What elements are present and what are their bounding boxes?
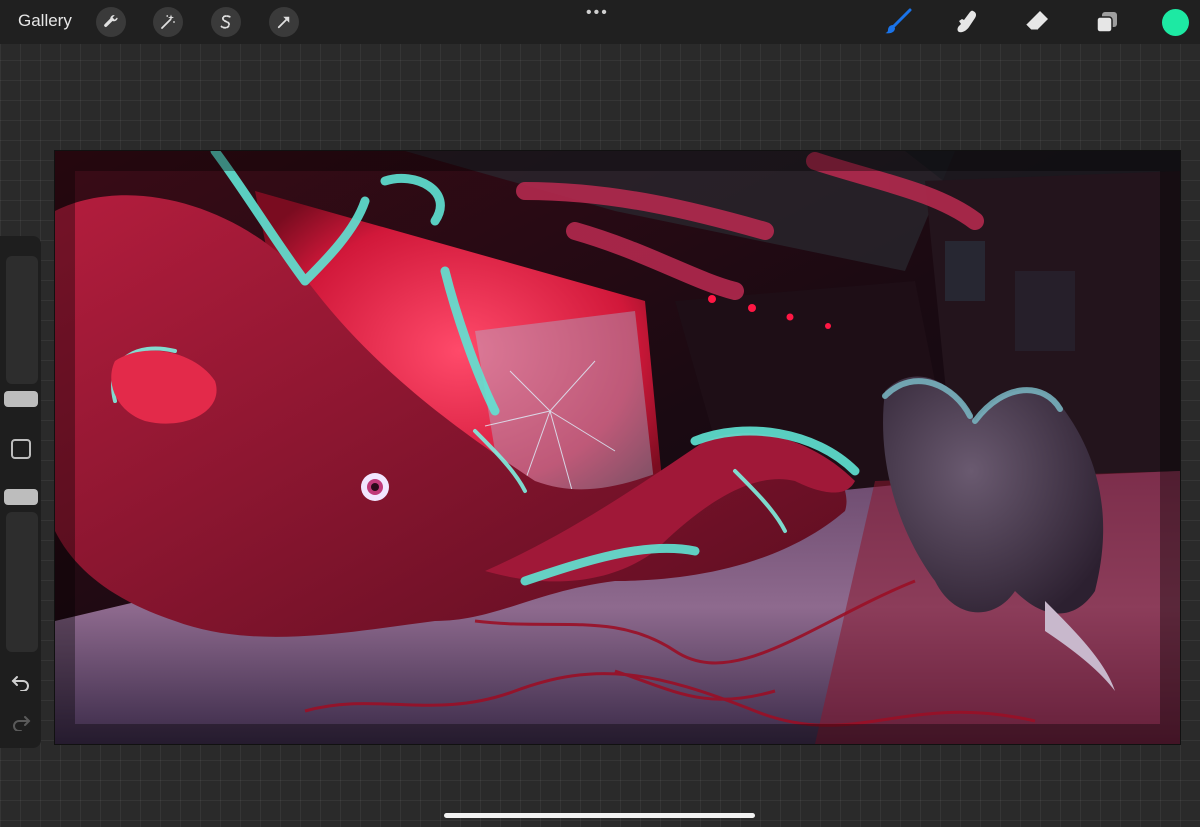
gallery-button[interactable]: Gallery <box>18 11 72 31</box>
layers-icon[interactable] <box>1090 6 1124 38</box>
home-indicator[interactable] <box>444 813 755 818</box>
magic-wand-icon[interactable] <box>153 7 183 37</box>
eraser-icon[interactable] <box>1020 6 1054 38</box>
undo-icon[interactable] <box>10 672 32 692</box>
brush-icon[interactable] <box>881 6 915 38</box>
drawing-canvas[interactable] <box>54 150 1181 745</box>
brush-size-thumb[interactable] <box>4 391 38 407</box>
opacity-slider[interactable] <box>6 512 38 652</box>
square-modify-icon[interactable] <box>11 439 31 459</box>
redo-icon[interactable] <box>10 712 32 732</box>
top-toolbar: Gallery ••• <box>0 0 1200 44</box>
brush-sidebar <box>0 236 41 748</box>
selection-s-icon[interactable] <box>211 7 241 37</box>
brush-size-slider[interactable] <box>6 256 38 384</box>
arrow-cursor-icon[interactable] <box>269 7 299 37</box>
wrench-icon[interactable] <box>96 7 126 37</box>
smudge-finger-icon[interactable] <box>950 6 984 38</box>
more-options-button[interactable]: ••• <box>586 4 609 22</box>
artwork-illustration <box>55 151 1180 744</box>
current-color-button[interactable] <box>1162 9 1189 36</box>
opacity-thumb[interactable] <box>4 489 38 505</box>
